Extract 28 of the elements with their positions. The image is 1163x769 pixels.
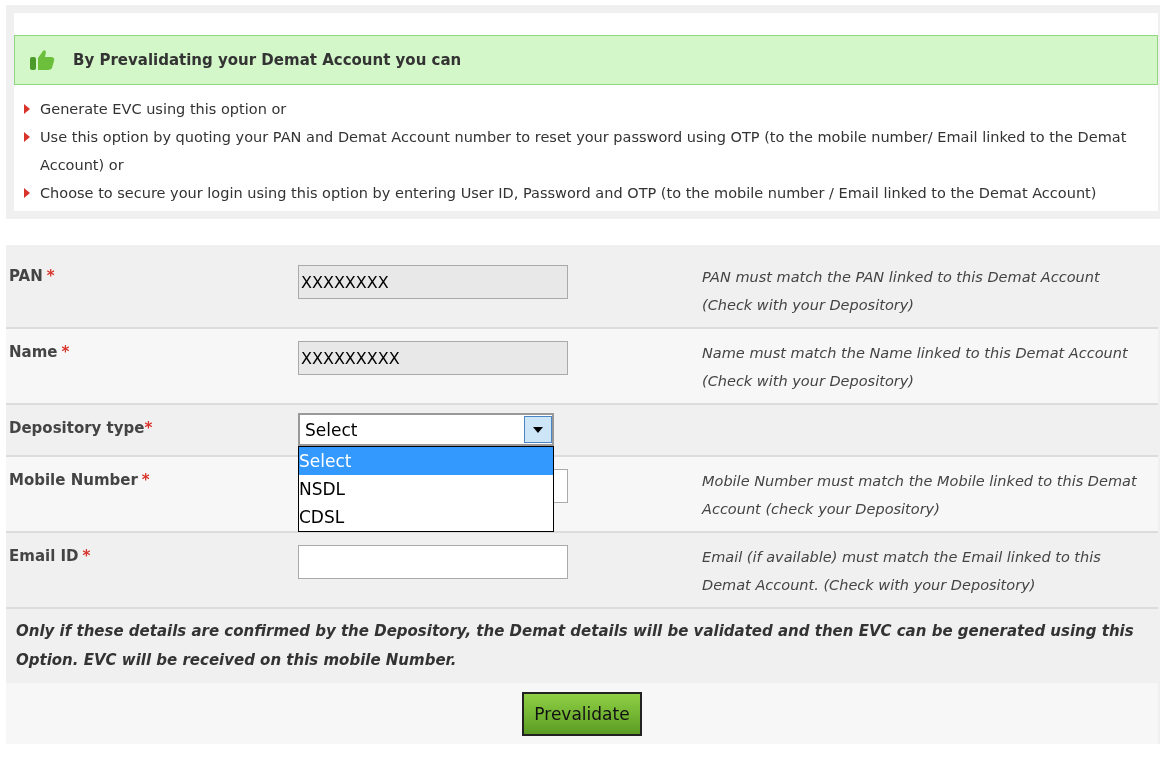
- bullet-icon: [24, 104, 30, 114]
- bullet-icon: [24, 188, 30, 198]
- field-label: Depository type: [9, 419, 145, 437]
- field-hint: PAN must match the PAN linked to this Demat Account (Check with your Depository): [702, 269, 1100, 313]
- required-mark: *: [144, 419, 153, 437]
- dropdown[interactable]: Select: [298, 413, 554, 446]
- info-point: Generate EVC using this option or: [40, 100, 287, 119]
- field-label: Email ID: [9, 547, 79, 565]
- bullet-icon: [24, 132, 30, 142]
- info-heading: By Prevalidating your Demat Account you can: [73, 51, 462, 69]
- dropdown-option[interactable]: CDSL: [299, 503, 553, 531]
- text-field[interactable]: [298, 545, 568, 579]
- required-mark: *: [61, 343, 70, 361]
- field-hint: Mobile Number must match the Mobile linked to this Demat Account (check your Depository): [702, 473, 1137, 517]
- dropdown-option[interactable]: NSDL: [299, 475, 553, 503]
- required-mark: *: [82, 547, 91, 565]
- required-mark: *: [46, 267, 55, 285]
- prevalidate-button[interactable]: Prevalidate: [522, 692, 642, 736]
- form-note: Only if these details are confirmed by the Depository, the Demat details will be validated and then EVC can be generated using this Option. EVC will be received on this mobile Number.: [6, 609, 1158, 683]
- info-point: Choose to secure your login using this option by entering User ID, Password and OTP (to the mobile number / Email linked to the Demat Account): [40, 184, 1097, 203]
- field-label: Name: [9, 343, 58, 361]
- field-label: Mobile Number: [9, 471, 138, 489]
- field-hint: Email (if available) must match the Email linked to this Demat Account. (Check with your Depository): [702, 549, 1101, 593]
- field-hint: Name must match the Name linked to this Demat Account (Check with your Depository): [702, 345, 1128, 389]
- required-mark: *: [141, 471, 150, 489]
- thumbs-up-icon: [29, 49, 55, 71]
- info-point: Use this option by quoting your PAN and Demat Account number to reset your password using OTP (to the mobile number/ Email linked to the Demat Account) or: [40, 128, 1128, 175]
- field-label: PAN: [9, 267, 43, 285]
